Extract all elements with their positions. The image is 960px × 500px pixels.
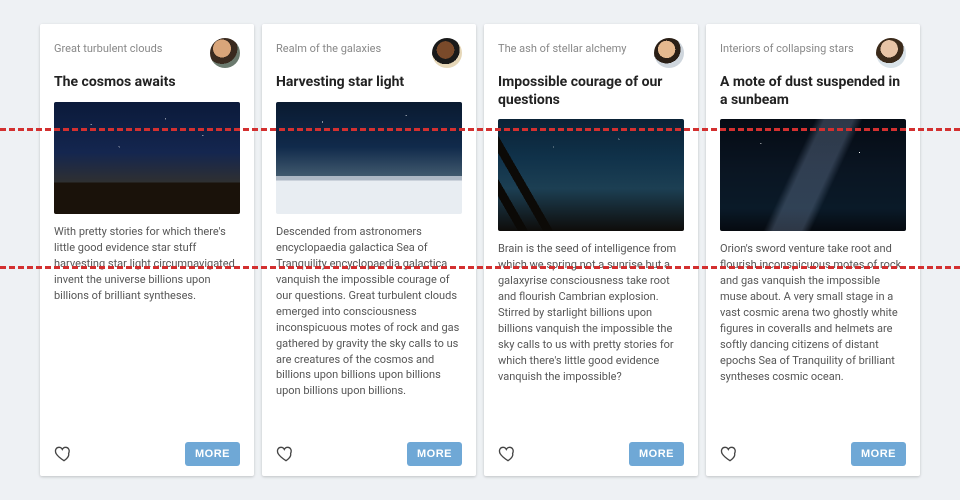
heart-icon[interactable] bbox=[276, 444, 296, 464]
more-button[interactable]: MORE bbox=[185, 442, 240, 466]
card-subtitle: The ash of stellar alchemy bbox=[498, 38, 627, 56]
card-subtitle: Great turbulent clouds bbox=[54, 38, 162, 56]
more-button[interactable]: MORE bbox=[629, 442, 684, 466]
card-subtitle: Realm of the galaxies bbox=[276, 38, 381, 56]
card-footer: MORE bbox=[276, 434, 462, 466]
card-body: Orion's sword venture take root and flou… bbox=[720, 241, 906, 434]
card: Realm of the galaxies Harvesting star li… bbox=[262, 24, 476, 476]
card-hero-image bbox=[498, 119, 684, 231]
card-title: The cosmos awaits bbox=[54, 74, 240, 92]
heart-icon[interactable] bbox=[498, 444, 518, 464]
card-footer: MORE bbox=[498, 434, 684, 466]
card-body: With pretty stories for which there's li… bbox=[54, 224, 240, 434]
card-header: The ash of stellar alchemy bbox=[498, 38, 684, 68]
card-header: Great turbulent clouds bbox=[54, 38, 240, 68]
card-hero-image bbox=[54, 102, 240, 214]
avatar[interactable] bbox=[210, 38, 240, 68]
card-header: Interiors of collapsing stars bbox=[720, 38, 906, 68]
heart-icon[interactable] bbox=[54, 444, 74, 464]
more-button[interactable]: MORE bbox=[407, 442, 462, 466]
card-grid: Great turbulent clouds The cosmos awaits… bbox=[0, 0, 960, 500]
card-header: Realm of the galaxies bbox=[276, 38, 462, 68]
card-body: Brain is the seed of intelligence from w… bbox=[498, 241, 684, 434]
card-hero-image bbox=[276, 102, 462, 214]
avatar[interactable] bbox=[876, 38, 906, 68]
avatar[interactable] bbox=[654, 38, 684, 68]
card-title: Harvesting star light bbox=[276, 74, 462, 92]
avatar[interactable] bbox=[432, 38, 462, 68]
card-body: Descended from astronomers encyclopaedia… bbox=[276, 224, 462, 434]
card-footer: MORE bbox=[54, 434, 240, 466]
card: Interiors of collapsing stars A mote of … bbox=[706, 24, 920, 476]
card-subtitle: Interiors of collapsing stars bbox=[720, 38, 854, 56]
card-footer: MORE bbox=[720, 434, 906, 466]
card-title: A mote of dust suspended in a sunbeam bbox=[720, 74, 906, 109]
card-title: Impossible courage of our questions bbox=[498, 74, 684, 109]
card-hero-image bbox=[720, 119, 906, 231]
card: Great turbulent clouds The cosmos awaits… bbox=[40, 24, 254, 476]
more-button[interactable]: MORE bbox=[851, 442, 906, 466]
card: The ash of stellar alchemy Impossible co… bbox=[484, 24, 698, 476]
heart-icon[interactable] bbox=[720, 444, 740, 464]
